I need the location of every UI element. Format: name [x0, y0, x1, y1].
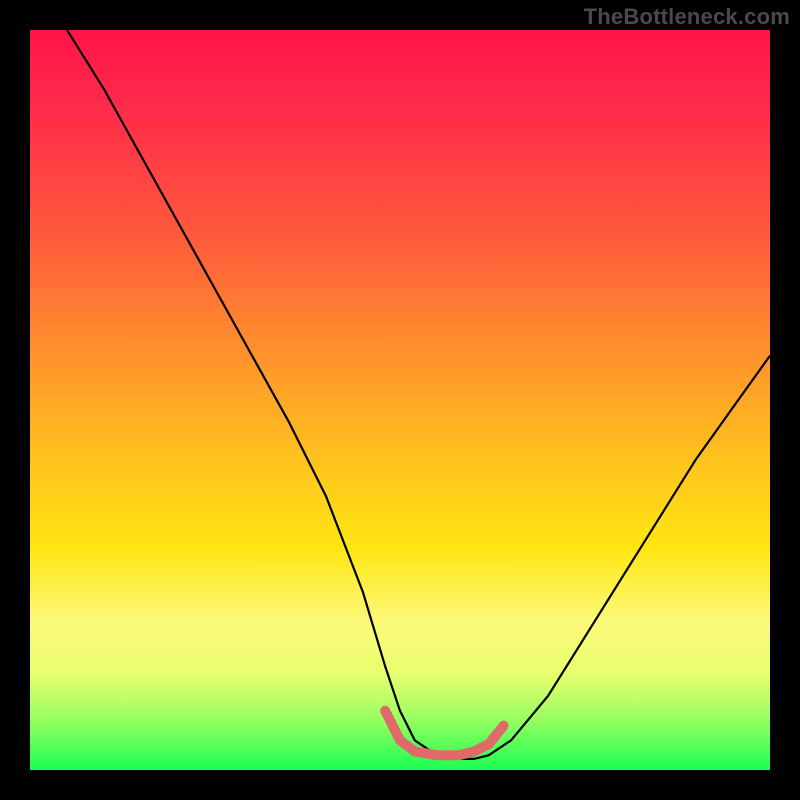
curve-layer — [30, 30, 770, 770]
chart-frame: TheBottleneck.com — [0, 0, 800, 800]
plot-area — [30, 30, 770, 770]
watermark-text: TheBottleneck.com — [584, 4, 790, 30]
bottleneck-curve — [67, 30, 770, 759]
